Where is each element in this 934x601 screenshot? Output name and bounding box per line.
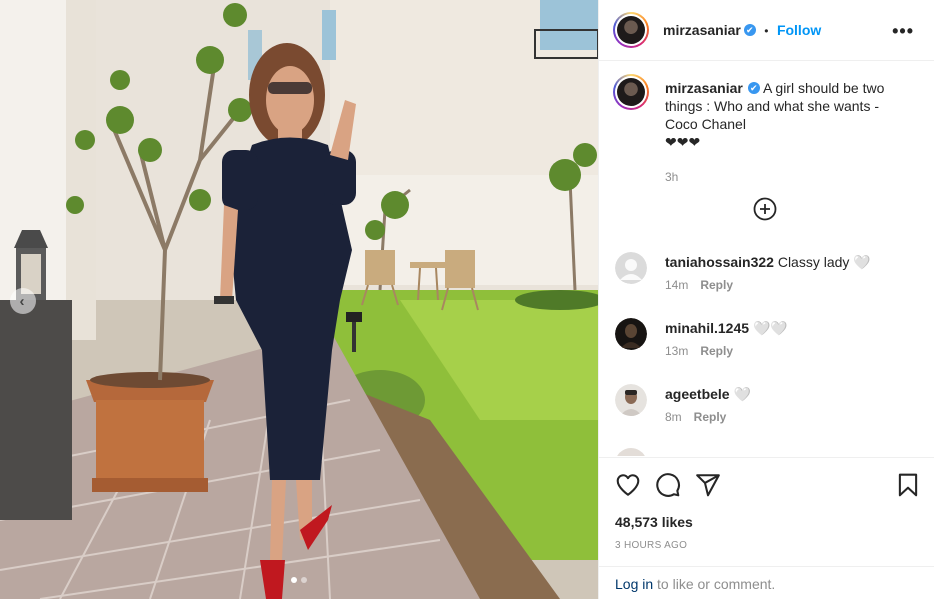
verified-badge-icon: ✔ — [743, 23, 756, 36]
verified-badge-icon: ✔ — [747, 82, 760, 95]
header-separator: • — [764, 24, 769, 38]
photo-illustration — [0, 0, 598, 599]
more-options-icon[interactable]: ••• — [892, 22, 914, 40]
post-photo[interactable]: ‹ — [0, 0, 598, 599]
man-avatar-icon[interactable] — [615, 384, 647, 416]
reply-button[interactable]: Reply — [700, 344, 733, 358]
author-avatar[interactable] — [613, 12, 649, 48]
comment-avatar-partial — [615, 448, 647, 456]
comment-body: 🤍 — [733, 386, 751, 402]
login-link[interactable]: Log in — [615, 576, 653, 592]
comment-meta: 14m Reply — [665, 278, 733, 292]
heart-icon[interactable] — [615, 472, 641, 498]
comment-body: 🤍🤍 — [752, 320, 788, 336]
post-timestamp[interactable]: 3 HOURS AGO — [615, 540, 687, 551]
login-prompt: Log in to like or comment. — [599, 566, 934, 600]
share-icon[interactable] — [695, 472, 721, 498]
comment-meta: 13m Reply — [665, 344, 733, 358]
carousel-dots — [0, 577, 598, 583]
post-side-panel: mirzasaniar ✔ • Follow ••• mirzasaniar ✔ A… — [598, 0, 934, 599]
reply-button[interactable]: Reply — [694, 410, 727, 424]
comment-body: Classy lady 🤍 — [777, 254, 871, 270]
comment-username[interactable]: taniahossain322 — [665, 254, 774, 270]
post-header: mirzasaniar ✔ • Follow ••• — [599, 0, 934, 61]
likes-count[interactable]: 48,573 likes — [615, 514, 693, 530]
comment-meta: 8m Reply — [665, 410, 726, 424]
carousel-dot — [301, 577, 307, 583]
dark-avatar-icon[interactable] — [615, 318, 647, 350]
caption-avatar[interactable] — [613, 74, 649, 110]
comment-icon[interactable] — [655, 472, 681, 498]
header-user-row: mirzasaniar ✔ • Follow — [663, 22, 821, 40]
comment-time: 8m — [665, 410, 682, 424]
chevron-left-icon: ‹ — [19, 292, 25, 310]
login-suffix: to like or comment. — [657, 576, 776, 592]
comment-text-row: ageetbele 🤍 — [665, 386, 751, 403]
comment-username[interactable]: minahil.1245 — [665, 320, 749, 336]
carousel-prev-button[interactable]: ‹ — [10, 288, 36, 314]
comment-time: 14m — [665, 278, 689, 292]
comment-username[interactable]: ageetbele — [665, 386, 730, 402]
caption-username[interactable]: mirzasaniar — [665, 80, 743, 96]
caption-time: 3h — [665, 170, 679, 184]
comment-time: 13m — [665, 344, 689, 358]
author-username[interactable]: mirzasaniar — [663, 22, 741, 38]
post-actions: 48,573 likes 3 HOURS AGO Log in to like … — [599, 457, 934, 599]
reply-button[interactable]: Reply — [700, 278, 733, 292]
carousel-dot-active — [291, 577, 297, 583]
caption-emoji: ❤❤❤ — [665, 134, 701, 150]
comments-area[interactable]: mirzasaniar ✔ A girl should be two things… — [599, 62, 934, 456]
bookmark-icon[interactable] — [895, 472, 921, 498]
caption-text: mirzasaniar ✔ A girl should be two things… — [665, 79, 905, 151]
comment-text-row: minahil.1245 🤍🤍 — [665, 320, 788, 337]
default-avatar-icon[interactable] — [615, 252, 647, 284]
comment-text-row: taniahossain322 Classy lady 🤍 — [665, 254, 871, 271]
plus-circle-icon[interactable] — [753, 197, 777, 221]
follow-button[interactable]: Follow — [777, 22, 821, 38]
